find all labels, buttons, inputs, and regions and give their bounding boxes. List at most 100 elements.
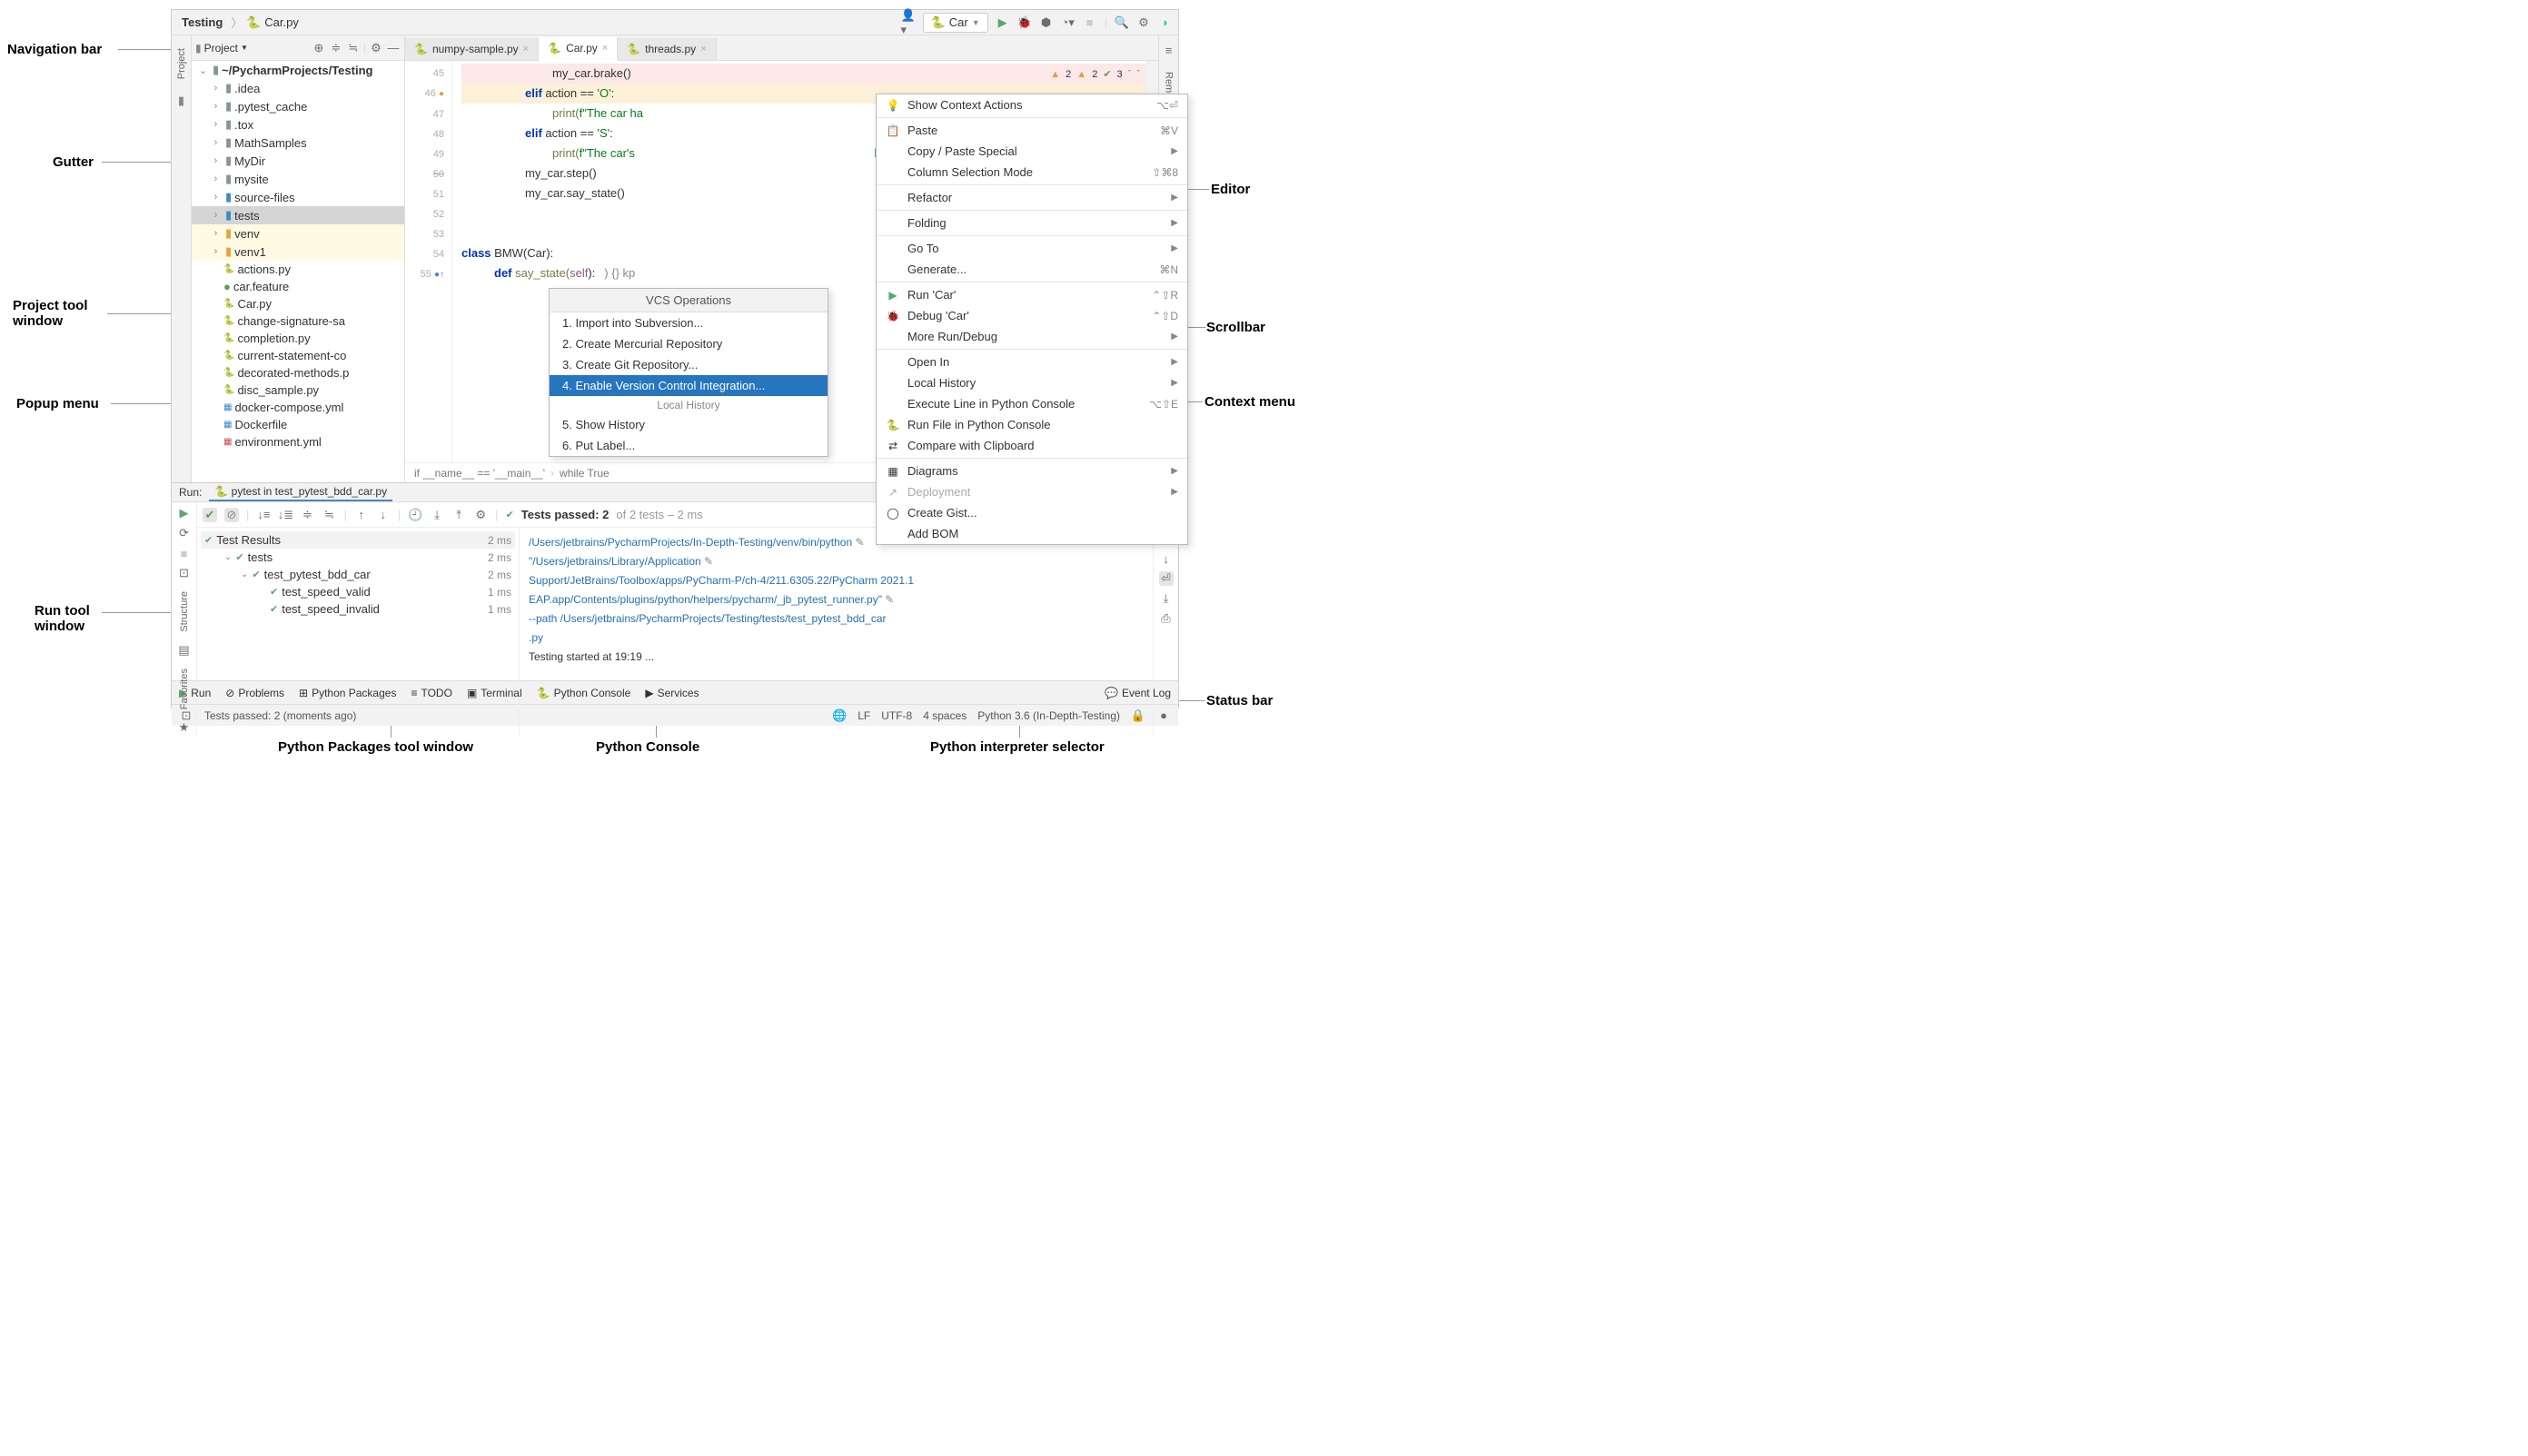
console-tab-button[interactable]: 🐍Python Console: [537, 687, 631, 699]
user-icon[interactable]: 👤▾: [901, 15, 916, 30]
collapse-icon[interactable]: ≒: [322, 508, 336, 522]
person-icon[interactable]: ●: [1156, 708, 1171, 723]
coverage-button[interactable]: ⬢: [1039, 15, 1054, 30]
tree-folder[interactable]: ›▮ .idea: [192, 79, 404, 97]
vcs-item-selected[interactable]: 4. Enable Version Control Integration...: [550, 375, 828, 396]
tree-folder-tests[interactable]: ›▮ tests: [192, 206, 404, 224]
context-item[interactable]: Execute Line in Python Console⌥⇧E: [877, 393, 1187, 414]
tree-file[interactable]: 🐍 completion.py: [192, 330, 404, 347]
tab-car[interactable]: 🐍Car.py×: [539, 37, 618, 61]
context-item[interactable]: Local History▶: [877, 372, 1187, 393]
show-ignored-icon[interactable]: ⊘: [224, 508, 239, 522]
services-tab-button[interactable]: ▶Services: [645, 687, 699, 699]
eventlog-button[interactable]: 💬Event Log: [1105, 687, 1171, 699]
up-icon[interactable]: ↑: [354, 508, 369, 522]
jetbrains-icon[interactable]: ◗: [1158, 15, 1173, 30]
profile-button[interactable]: ◔▾: [1061, 15, 1076, 30]
debug-button[interactable]: 🐞: [1017, 15, 1032, 30]
hide-icon[interactable]: —: [386, 41, 401, 55]
test-leaf[interactable]: ✔test_speed_invalid1 ms: [201, 600, 515, 618]
gutter[interactable]: 45 46 ● 47 48 49 50 51 52 53 54 55 ●↑: [405, 61, 452, 462]
console-line[interactable]: .py: [529, 631, 543, 644]
context-item[interactable]: ◯Create Gist...: [877, 502, 1187, 523]
down-icon[interactable]: ˇ: [1136, 64, 1140, 84]
import-icon[interactable]: ⤓: [430, 508, 444, 522]
test-leaf[interactable]: ✔test_speed_valid1 ms: [201, 583, 515, 600]
close-icon[interactable]: ×: [523, 44, 529, 54]
override-icon[interactable]: ●↑: [434, 270, 444, 280]
tree-folder[interactable]: ›▮ source-files: [192, 188, 404, 206]
close-icon[interactable]: ×: [700, 44, 706, 54]
tree-file[interactable]: 🐍 decorated-methods.p: [192, 364, 404, 381]
down-icon[interactable]: ↓: [376, 508, 391, 522]
tree-folder[interactable]: ›▮ .tox: [192, 115, 404, 134]
indent[interactable]: 4 spaces: [923, 709, 967, 722]
edit-icon[interactable]: ✎: [885, 593, 894, 606]
context-item[interactable]: Go To▶: [877, 238, 1187, 259]
tree-file[interactable]: 🐍 disc_sample.py: [192, 381, 404, 399]
tree-file[interactable]: ▦ environment.yml: [192, 433, 404, 451]
project-header-label[interactable]: Project: [204, 42, 238, 54]
sort2-icon[interactable]: ↓≣: [278, 508, 292, 522]
todo-tab-button[interactable]: ≡TODO: [411, 687, 451, 699]
sort-icon[interactable]: ↓≡: [256, 508, 271, 522]
terminal-tab-button[interactable]: ▣Terminal: [467, 687, 522, 699]
problems-tab-button[interactable]: ⊘Problems: [225, 687, 284, 699]
line-ending[interactable]: LF: [858, 709, 870, 722]
history-icon[interactable]: 🕘: [408, 508, 422, 522]
context-item[interactable]: Copy / Paste Special▶: [877, 141, 1187, 162]
tree-folder[interactable]: ›▮ MyDir: [192, 152, 404, 170]
context-item[interactable]: Folding▶: [877, 213, 1187, 233]
scroll-icon[interactable]: ⤓: [1159, 591, 1174, 606]
vcs-item[interactable]: 2. Create Mercurial Repository: [550, 333, 828, 354]
gear-icon[interactable]: ⚙: [369, 41, 383, 55]
context-item[interactable]: ▦Diagrams▶: [877, 461, 1187, 481]
breakpoint-icon[interactable]: ●: [439, 89, 444, 99]
run-config-selector[interactable]: 🐍 Car ▼: [923, 13, 988, 33]
context-item[interactable]: Refactor▶: [877, 187, 1187, 208]
test-results-root[interactable]: ✔Test Results2 ms: [201, 531, 515, 549]
project-tree[interactable]: ⌄▮ ~/PycharmProjects/Testing ›▮ .idea ›▮…: [192, 61, 404, 482]
packages-tab-button[interactable]: ⊞Python Packages: [299, 687, 396, 699]
tree-file[interactable]: ▦ docker-compose.yml: [192, 399, 404, 416]
expand-icon[interactable]: ≑: [329, 41, 343, 55]
interpreter-selector[interactable]: Python 3.6 (In-Depth-Testing): [977, 709, 1120, 722]
console-line[interactable]: EAP.app/Contents/plugins/python/helpers/…: [529, 593, 882, 606]
editor-inspections[interactable]: ▲2 ▲2 ✔3 ˆ ˇ: [1050, 64, 1140, 84]
tree-file[interactable]: 🐍 current-statement-co: [192, 347, 404, 364]
context-item[interactable]: ⇄Compare with Clipboard: [877, 435, 1187, 456]
expand-icon[interactable]: ≑: [300, 508, 314, 522]
breadcrumb-file[interactable]: Car.py: [264, 15, 299, 29]
tree-file[interactable]: 🐍 change-signature-sa: [192, 312, 404, 330]
context-item[interactable]: ▶Run 'Car'⌃⇧R: [877, 284, 1187, 305]
globe-icon[interactable]: 🌐: [832, 708, 847, 723]
tree-folder[interactable]: ›▮ mysite: [192, 170, 404, 188]
print-icon[interactable]: ⎙: [1159, 611, 1174, 626]
context-item[interactable]: Column Selection Mode⇧⌘8: [877, 162, 1187, 183]
up-icon[interactable]: ˆ: [1128, 64, 1132, 84]
edit-icon[interactable]: ✎: [856, 536, 865, 549]
target-icon[interactable]: ⊕: [312, 41, 326, 55]
lock-icon[interactable]: 🔒: [1131, 708, 1145, 723]
test-tree[interactable]: ✔Test Results2 ms ⌄✔tests2 ms ⌄✔test_pyt…: [197, 528, 520, 735]
test-node[interactable]: ⌄✔tests2 ms: [201, 549, 515, 566]
tree-file[interactable]: ▦ Dockerfile: [192, 416, 404, 433]
settings-icon[interactable]: ⚙: [473, 508, 488, 522]
favorites-tab[interactable]: Favorites: [179, 663, 190, 715]
tree-file[interactable]: ● car.feature: [192, 278, 404, 295]
tree-file[interactable]: 🐍 Car.py: [192, 295, 404, 312]
console-line[interactable]: "/Users/jetbrains/Library/Application: [529, 555, 701, 568]
console-line[interactable]: Support/JetBrains/Toolbox/apps/PyCharm-P…: [529, 574, 914, 587]
project-tool-tab[interactable]: Project: [176, 43, 187, 84]
vcs-item[interactable]: 1. Import into Subversion...: [550, 312, 828, 333]
context-item[interactable]: Generate...⌘N: [877, 259, 1187, 280]
collapse-icon[interactable]: ≒: [346, 41, 361, 55]
tree-folder-venv1[interactable]: ›▮ venv1: [192, 243, 404, 261]
console-line[interactable]: /Users/jetbrains/PycharmProjects/In-Dept…: [529, 536, 852, 549]
tree-file[interactable]: 🐍 actions.py: [192, 261, 404, 278]
gear-icon[interactable]: ⚙: [1136, 15, 1151, 30]
down-icon[interactable]: ↓: [1159, 551, 1174, 566]
bookmarks-icon[interactable]: ▤: [177, 643, 192, 658]
tree-folder[interactable]: ›▮ .pytest_cache: [192, 97, 404, 115]
tab-threads[interactable]: 🐍threads.py×: [618, 38, 716, 60]
